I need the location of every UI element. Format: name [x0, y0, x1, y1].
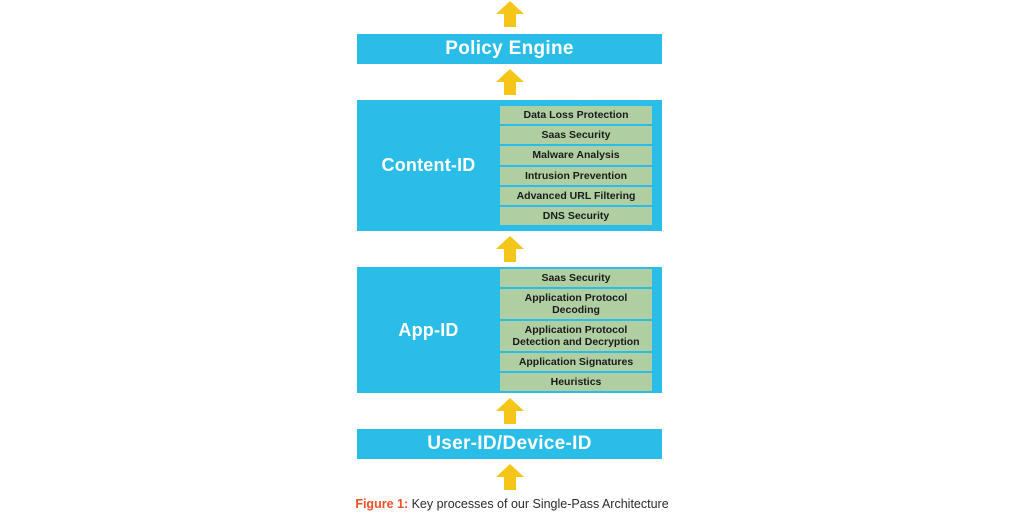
arrow-up-icon [495, 397, 525, 425]
arrow-up-icon [495, 68, 525, 96]
figure-caption-label: Figure 1: [355, 497, 409, 511]
layer-user-id-device-id: User-ID/Device-ID [357, 429, 662, 459]
feature-chip: DNS Security [500, 206, 652, 225]
layer-policy-engine-label: Policy Engine [445, 38, 574, 59]
single-pass-architecture-diagram: Policy Engine Content-ID Data Loss Prote… [0, 0, 1024, 520]
layer-user-id-device-id-label: User-ID/Device-ID [427, 433, 592, 454]
layer-app-id: App-ID Saas Security Application Protoco… [357, 267, 662, 393]
layer-app-id-label: App-ID [398, 319, 459, 340]
feature-chip: Malware Analysis [500, 146, 652, 165]
arrow-up-icon [495, 463, 525, 491]
feature-chip: Heuristics [500, 373, 652, 392]
content-id-feature-list: Data Loss Protection Saas Security Malwa… [500, 106, 662, 225]
feature-chip: Application Signatures [500, 353, 652, 372]
feature-chip: Saas Security [500, 268, 652, 287]
feature-chip: Intrusion Prevention [500, 166, 652, 185]
app-id-feature-list: Saas Security Application Protocol Decod… [500, 268, 662, 392]
layer-content-id: Content-ID Data Loss Protection Saas Sec… [357, 100, 662, 231]
arrow-up-icon [495, 235, 525, 263]
layer-policy-engine: Policy Engine [357, 34, 662, 64]
arrow-up-icon [495, 0, 525, 28]
feature-chip: Data Loss Protection [500, 106, 652, 125]
feature-chip: Application Protocol Detection and Decry… [500, 320, 652, 352]
figure-caption-text: Key processes of our Single-Pass Archite… [408, 497, 669, 511]
figure-caption: Figure 1: Key processes of our Single-Pa… [0, 497, 1024, 511]
feature-chip: Application Protocol Decoding [500, 288, 652, 319]
feature-chip: Advanced URL Filtering [500, 186, 652, 205]
feature-chip: Saas Security [500, 126, 652, 145]
layer-content-id-label: Content-ID [381, 155, 476, 175]
architecture-stack: Policy Engine Content-ID Data Loss Prote… [357, 0, 662, 495]
